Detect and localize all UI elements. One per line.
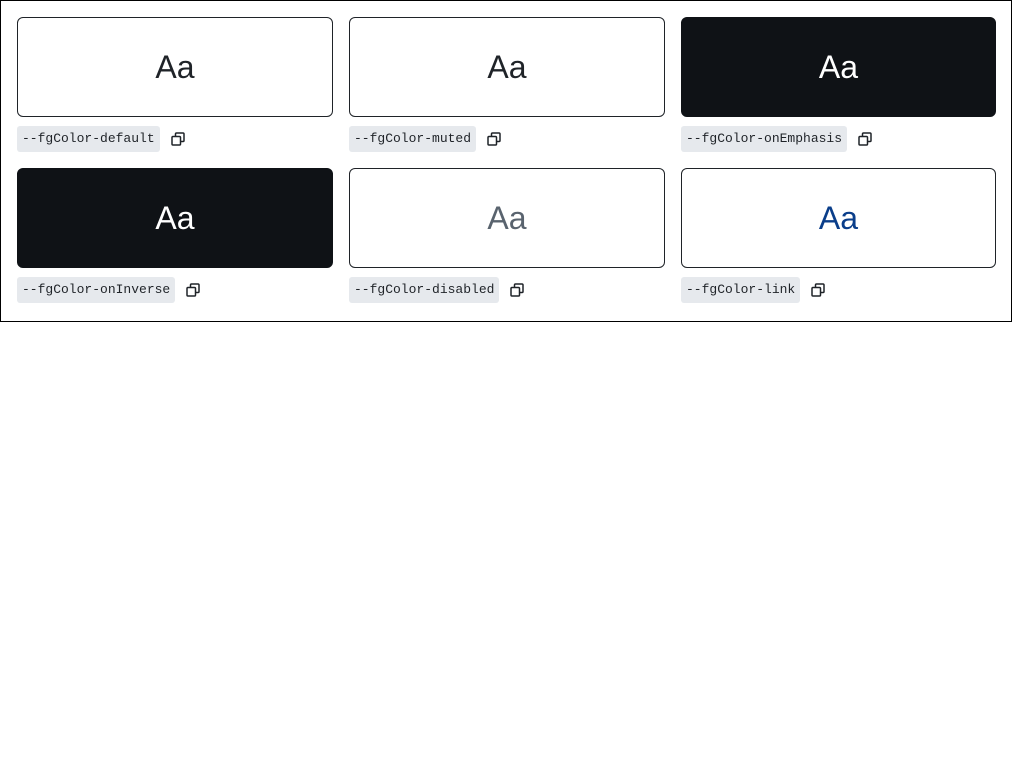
token-card: Aa --fgColor-onEmphasis [681, 17, 996, 152]
token-name: --fgColor-link [681, 277, 801, 303]
copy-button[interactable] [806, 278, 830, 302]
token-name: --fgColor-muted [349, 126, 477, 152]
copy-icon [811, 283, 825, 297]
token-card: Aa --fgColor-default [17, 17, 333, 152]
token-row: --fgColor-link [681, 277, 996, 303]
copy-button[interactable] [482, 127, 506, 151]
token-row: --fgColor-muted [349, 126, 665, 152]
color-swatch: Aa [349, 168, 665, 268]
token-preview-frame: Aa --fgColor-default Aa --fgColor-muted … [0, 0, 1012, 322]
color-swatch: Aa [349, 17, 665, 117]
copy-icon [170, 132, 185, 146]
copy-button[interactable] [166, 127, 190, 151]
token-name: --fgColor-disabled [349, 277, 500, 303]
copy-button[interactable] [181, 278, 205, 302]
token-row: --fgColor-onInverse [17, 277, 333, 303]
token-name: --fgColor-onInverse [17, 277, 176, 303]
token-name: --fgColor-onEmphasis [681, 126, 848, 152]
token-name: --fgColor-default [17, 126, 160, 152]
copy-button[interactable] [505, 278, 529, 302]
copy-icon [510, 283, 525, 297]
color-swatch: Aa [17, 168, 333, 268]
token-row: --fgColor-default [17, 126, 333, 152]
color-swatch: Aa [17, 17, 333, 117]
color-swatch: Aa [681, 168, 996, 268]
copy-button[interactable] [853, 127, 877, 151]
token-row: --fgColor-onEmphasis [681, 126, 996, 152]
token-card: Aa --fgColor-disabled [349, 168, 665, 303]
copy-icon [186, 283, 200, 297]
copy-icon [487, 132, 501, 146]
token-card: Aa --fgColor-muted [349, 17, 665, 152]
token-grid: Aa --fgColor-default Aa --fgColor-muted … [17, 17, 996, 303]
color-swatch: Aa [681, 17, 996, 117]
token-card: Aa --fgColor-link [681, 168, 996, 303]
token-card: Aa --fgColor-onInverse [17, 168, 333, 303]
token-row: --fgColor-disabled [349, 277, 665, 303]
copy-icon [858, 132, 872, 146]
